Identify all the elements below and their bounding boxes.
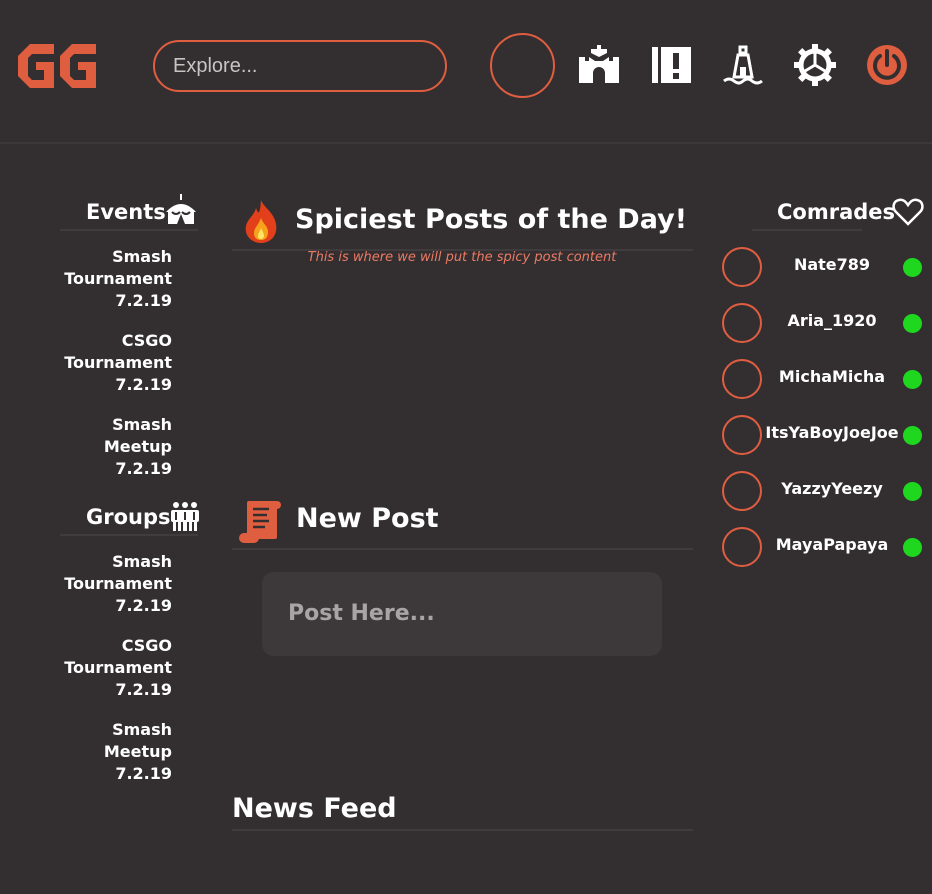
- groups-divider: [60, 534, 198, 536]
- comrade-name[interactable]: MayaPapaya: [762, 535, 902, 554]
- comrade-avatar[interactable]: [722, 527, 762, 567]
- event-type: Meetup: [103, 437, 172, 456]
- fire-icon: [240, 198, 282, 244]
- group-item[interactable]: Smash Meetup 7.2.19: [60, 719, 172, 785]
- top-bar: GG: [0, 0, 932, 144]
- circus-tent-icon: [164, 194, 198, 226]
- comrade-row[interactable]: MayaPapaya: [722, 527, 927, 567]
- event-item[interactable]: CSGO Tournament 7.2.19: [60, 330, 172, 396]
- home-castle-icon[interactable]: [577, 43, 621, 87]
- spicy-posts-placeholder-text: This is where we will put the spicy post…: [307, 250, 617, 265]
- comrade-name[interactable]: Aria_1920: [762, 311, 902, 330]
- heart-icon: [892, 197, 924, 227]
- event-name: Smash: [112, 415, 172, 434]
- comrade-avatar[interactable]: [722, 359, 762, 399]
- settings-gear-icon[interactable]: [793, 43, 837, 87]
- comrade-name[interactable]: ItsYaBoyJoeJoe: [762, 423, 902, 442]
- group-people-icon: [170, 501, 200, 531]
- comrades-title: Comrades: [777, 200, 896, 224]
- comrade-name[interactable]: Nate789: [762, 255, 902, 274]
- comrades-divider: [752, 229, 862, 231]
- event-type: Tournament: [64, 353, 172, 372]
- alert-book-icon[interactable]: [649, 43, 693, 87]
- spicy-posts-title: Spiciest Posts of the Day!: [295, 204, 688, 235]
- event-date: 7.2.19: [115, 459, 172, 478]
- groups-title: Groups: [86, 505, 171, 529]
- comrade-avatar[interactable]: [722, 247, 762, 287]
- comrade-row[interactable]: MichaMicha: [722, 359, 927, 399]
- news-feed-title: News Feed: [232, 793, 397, 824]
- group-type: Tournament: [64, 658, 172, 677]
- comrade-avatar[interactable]: [722, 303, 762, 343]
- event-date: 7.2.19: [115, 375, 172, 394]
- comrade-row[interactable]: ItsYaBoyJoeJoe: [722, 415, 927, 455]
- online-status-dot: [903, 258, 922, 277]
- event-type: Tournament: [64, 269, 172, 288]
- group-name: CSGO: [121, 636, 172, 655]
- events-title: Events: [86, 200, 166, 224]
- comrade-name[interactable]: MichaMicha: [762, 367, 902, 386]
- event-item[interactable]: Smash Tournament 7.2.19: [60, 246, 172, 312]
- event-name: CSGO: [121, 331, 172, 350]
- group-name: Smash: [112, 552, 172, 571]
- group-name: Smash: [112, 720, 172, 739]
- comrade-avatar[interactable]: [722, 415, 762, 455]
- group-item[interactable]: CSGO Tournament 7.2.19: [60, 635, 172, 701]
- group-type: Meetup: [103, 742, 172, 761]
- comrade-name[interactable]: YazzyYeezy: [762, 479, 902, 498]
- online-status-dot: [903, 426, 922, 445]
- gg-logo[interactable]: GG: [16, 42, 100, 90]
- power-icon[interactable]: [865, 43, 909, 87]
- groups-list: Smash Tournament 7.2.19 CSGO Tournament …: [60, 551, 172, 803]
- group-date: 7.2.19: [115, 596, 172, 615]
- event-date: 7.2.19: [115, 291, 172, 310]
- new-post-divider: [232, 548, 693, 550]
- lighthouse-icon[interactable]: [721, 43, 765, 87]
- comrade-row[interactable]: Aria_1920: [722, 303, 927, 343]
- events-list: Smash Tournament 7.2.19 CSGO Tournament …: [60, 246, 172, 498]
- comrade-row[interactable]: YazzyYeezy: [722, 471, 927, 511]
- group-type: Tournament: [64, 574, 172, 593]
- comrade-avatar[interactable]: [722, 471, 762, 511]
- group-date: 7.2.19: [115, 680, 172, 699]
- online-status-dot: [903, 538, 922, 557]
- profile-avatar-button[interactable]: [490, 33, 555, 98]
- online-status-dot: [903, 314, 922, 333]
- online-status-dot: [903, 370, 922, 389]
- online-status-dot: [903, 482, 922, 501]
- new-post-title: New Post: [296, 503, 439, 534]
- event-item[interactable]: Smash Meetup 7.2.19: [60, 414, 172, 480]
- comrade-row[interactable]: Nate789: [722, 247, 927, 287]
- explore-search-input[interactable]: [153, 40, 447, 92]
- events-divider: [60, 229, 198, 231]
- event-name: Smash: [112, 247, 172, 266]
- scroll-post-icon: [237, 499, 283, 545]
- group-item[interactable]: Smash Tournament 7.2.19: [60, 551, 172, 617]
- group-date: 7.2.19: [115, 764, 172, 783]
- new-post-input[interactable]: Post Here...: [262, 572, 662, 656]
- news-feed-divider: [232, 829, 693, 831]
